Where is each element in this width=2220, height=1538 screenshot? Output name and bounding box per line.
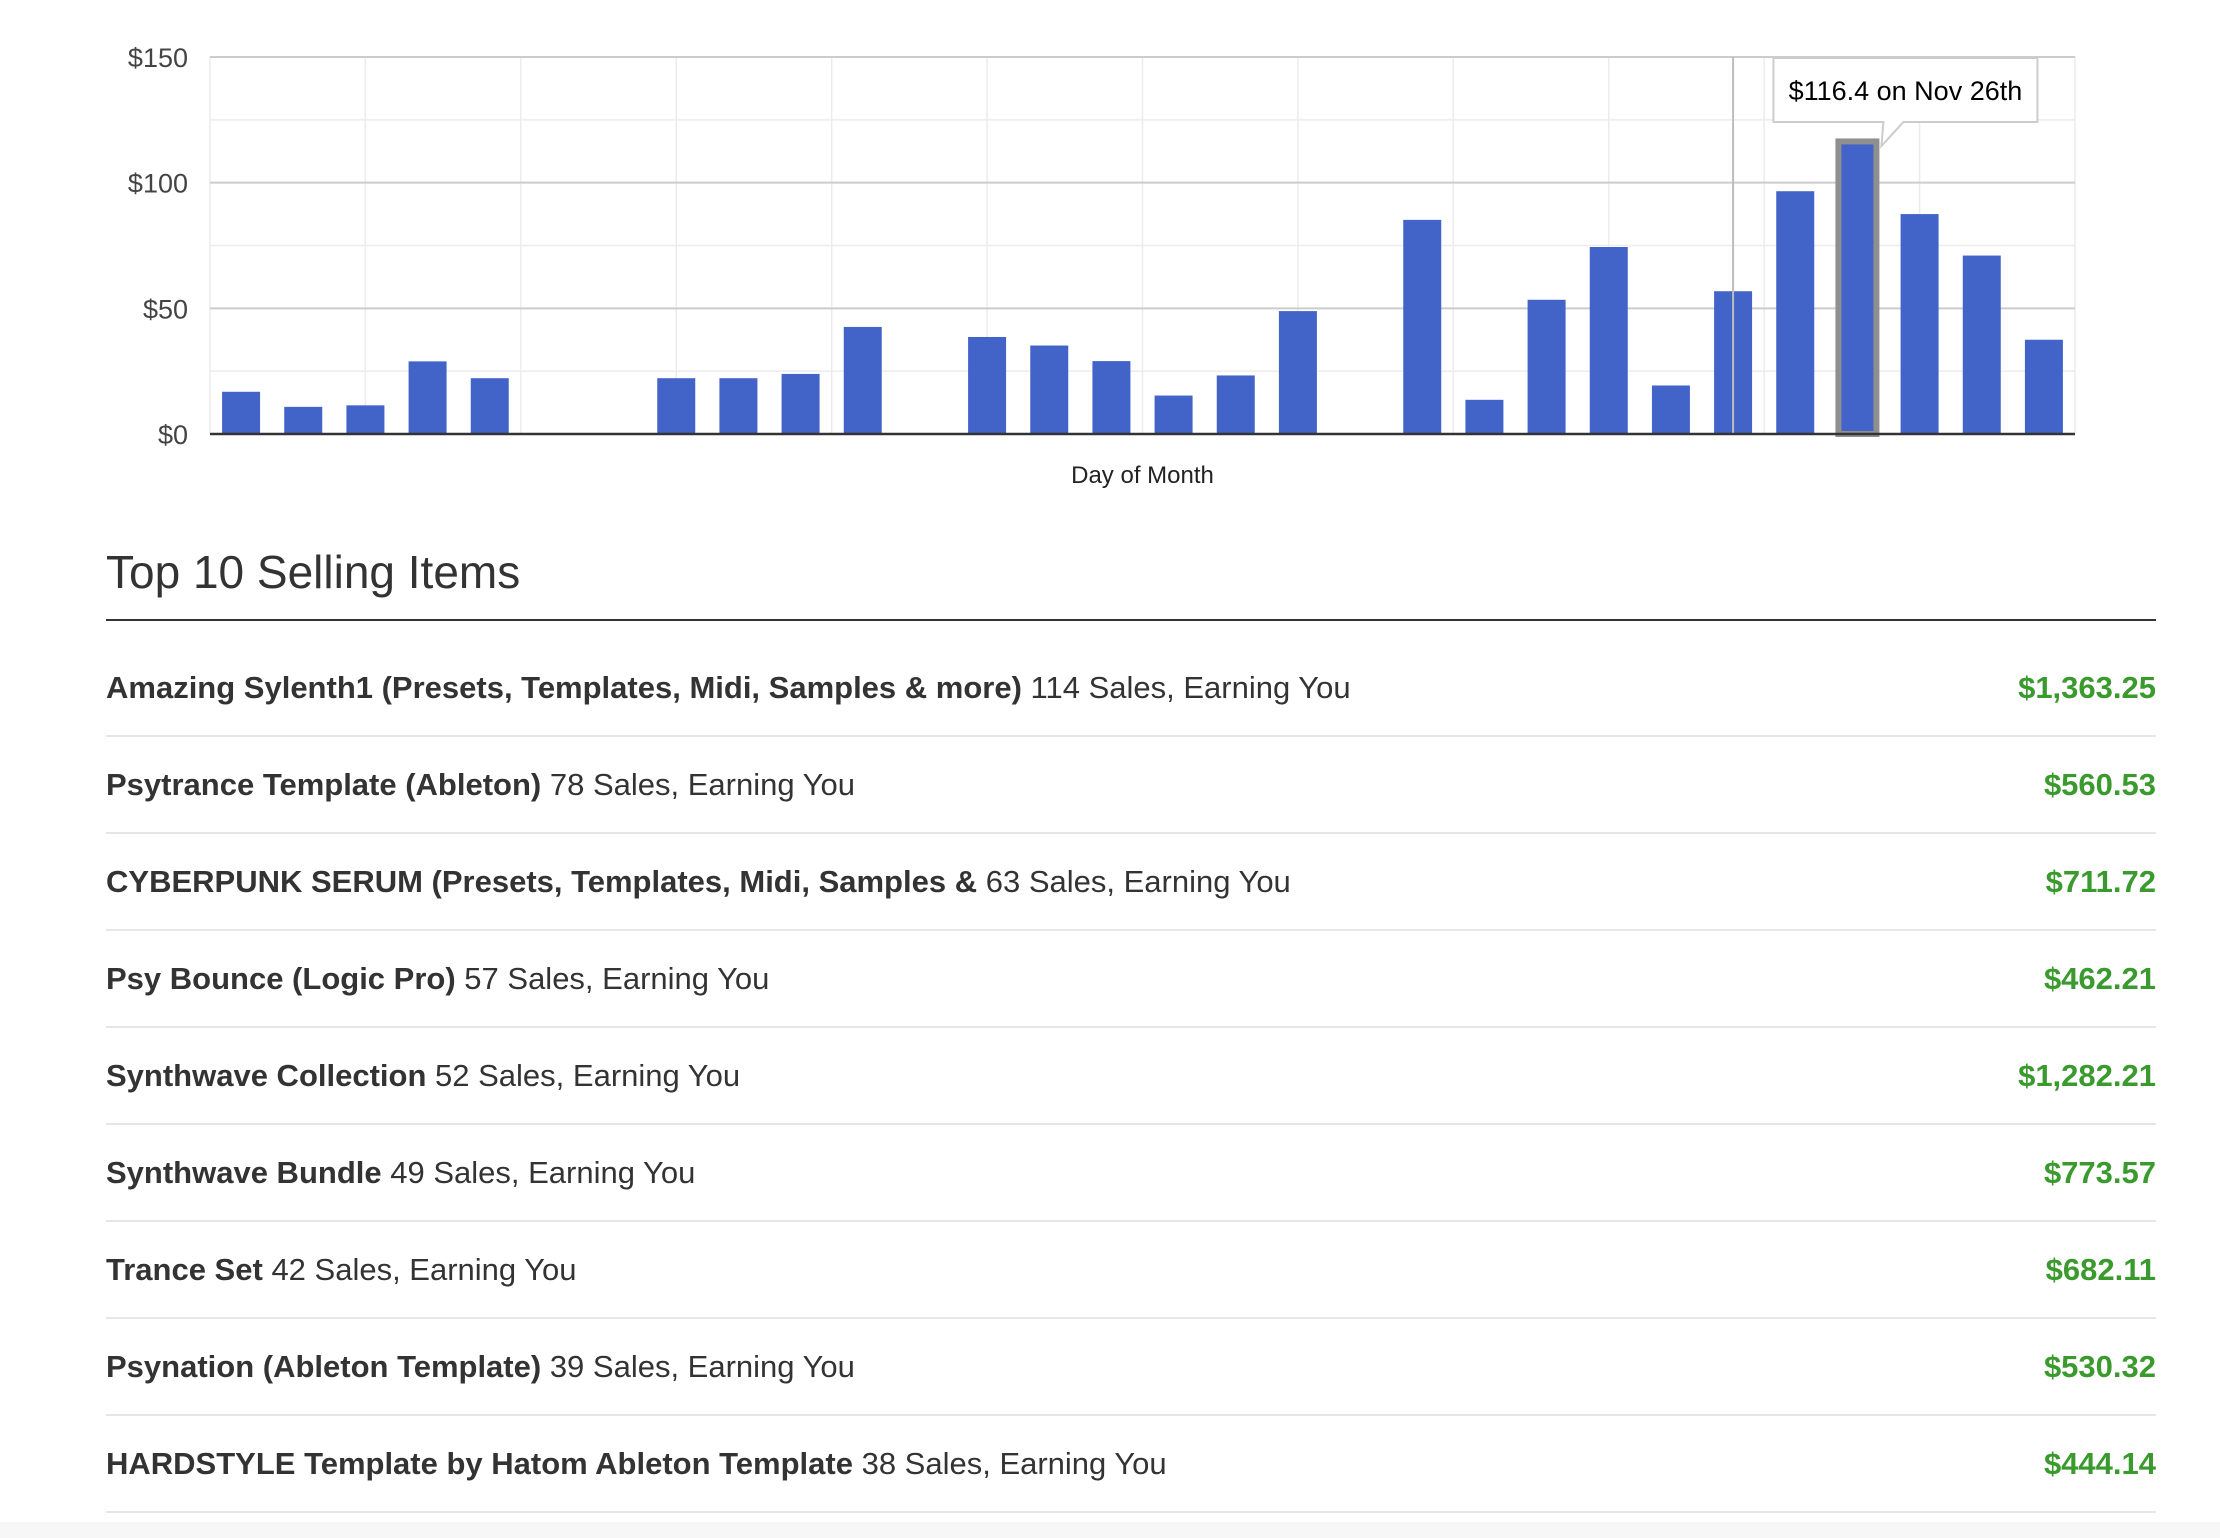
chart-bar: [1962, 255, 2001, 434]
item-name[interactable]: Psytrance Template (Ableton): [106, 767, 541, 802]
chart-bar: [284, 406, 323, 434]
list-item[interactable]: HARDSTYLE Template by Hatom Ableton Temp…: [106, 1416, 2156, 1513]
item-description: Psynation (Ableton Template) 39 Sales, E…: [106, 1349, 855, 1385]
item-earning: $1,282.21: [2018, 1057, 2156, 1093]
item-sales: 114 Sales, Earning You: [1030, 669, 1351, 705]
item-description: Synthwave Bundle 49 Sales, Earning You: [106, 1155, 695, 1191]
item-description: HARDSTYLE Template by Hatom Ableton Temp…: [106, 1446, 1167, 1482]
chart-bar: [1835, 138, 1880, 437]
chart-bar: [1465, 399, 1504, 434]
chart-bar: [1589, 247, 1628, 434]
item-description: Synthwave Collection 52 Sales, Earning Y…: [106, 1058, 740, 1094]
chart-bar: [1030, 345, 1069, 434]
y-tick-label: $0: [158, 420, 188, 450]
list-item[interactable]: CYBERPUNK SERUM (Presets, Templates, Mid…: [106, 834, 2156, 931]
item-name[interactable]: CYBERPUNK SERUM (Presets, Templates, Mid…: [106, 864, 977, 899]
item-earning: $711.72: [2045, 863, 2156, 899]
item-sales: 39 Sales, Earning You: [549, 1348, 855, 1384]
section-title: Top 10 Selling Items: [106, 546, 521, 598]
item-sales: 49 Sales, Earning You: [390, 1154, 696, 1190]
item-description: Psy Bounce (Logic Pro) 57 Sales, Earning…: [106, 961, 769, 997]
item-name[interactable]: Trance Set: [106, 1252, 263, 1287]
chart-bar: [1403, 219, 1442, 434]
item-earning: $530.32: [2043, 1348, 2156, 1384]
chart-svg: $0 $50 $100 $150 Day of Month $116.4 on Nov 2…: [128, 43, 2076, 489]
item-name[interactable]: Psynation (Ableton Template): [106, 1349, 541, 1384]
item-sales: 63 Sales, Earning You: [985, 863, 1291, 899]
item-sales: 57 Sales, Earning You: [464, 960, 770, 996]
item-earning: $1,363.25: [2018, 669, 2156, 705]
chart-bar: [470, 378, 509, 434]
item-sales: 42 Sales, Earning You: [271, 1251, 577, 1287]
item-earning: $462.21: [2043, 960, 2156, 996]
y-tick-label: $150: [128, 43, 188, 73]
list-item[interactable]: Psynation (Ableton Template) 39 Sales, E…: [106, 1319, 2156, 1416]
chart-bar: [719, 378, 758, 434]
x-axis-label: Day of Month: [1071, 462, 1214, 489]
chart-bar: [346, 405, 385, 434]
item-name[interactable]: Amazing Sylenth1 (Presets, Templates, Mi…: [106, 670, 1022, 705]
chart-tooltip: $116.4 on Nov 26th: [1772, 57, 2039, 149]
list-item[interactable]: Psytrance Template (Ableton) 78 Sales, E…: [106, 737, 2156, 834]
item-name[interactable]: Synthwave Collection: [106, 1058, 426, 1093]
chart-bar: [781, 373, 820, 434]
chart-bar: [2024, 339, 2063, 434]
item-description: Psytrance Template (Ableton) 78 Sales, E…: [106, 767, 855, 803]
item-earning: $773.57: [2043, 1154, 2156, 1190]
list-item[interactable]: Amazing Sylenth1 (Presets, Templates, Mi…: [106, 640, 2156, 737]
y-tick-label: $100: [128, 169, 188, 199]
item-name[interactable]: Synthwave Bundle: [106, 1155, 382, 1190]
item-name[interactable]: HARDSTYLE Template by Hatom Ableton Temp…: [106, 1446, 853, 1481]
chart-bar: [408, 361, 447, 434]
chart-bar: [843, 326, 882, 434]
item-name[interactable]: Psy Bounce (Logic Pro): [106, 961, 456, 996]
chart-bar: [657, 378, 696, 434]
chart-bar: [222, 391, 261, 434]
item-earning: $444.14: [2043, 1445, 2156, 1481]
item-description: Amazing Sylenth1 (Presets, Templates, Mi…: [106, 670, 1351, 706]
list-item[interactable]: Synthwave Collection 52 Sales, Earning Y…: [106, 1028, 2156, 1125]
item-sales: 78 Sales, Earning You: [549, 766, 855, 802]
chart-bar: [1776, 191, 1815, 434]
chart-bar: [968, 336, 1007, 434]
chart-bar: [1900, 214, 1939, 434]
y-tick-label: $50: [143, 294, 188, 324]
list-item[interactable]: Trance Set 42 Sales, Earning You $682.11: [106, 1222, 2156, 1319]
item-description: Trance Set 42 Sales, Earning You: [106, 1252, 577, 1288]
top-items-list: Amazing Sylenth1 (Presets, Templates, Mi…: [106, 640, 2156, 1513]
list-item[interactable]: Psy Bounce (Logic Pro) 57 Sales, Earning…: [106, 931, 2156, 1028]
item-sales: 52 Sales, Earning You: [435, 1057, 741, 1093]
item-earning: $682.11: [2045, 1251, 2156, 1287]
item-description: CYBERPUNK SERUM (Presets, Templates, Mid…: [106, 864, 1291, 900]
chart-bar: [1216, 375, 1255, 434]
chart-bar: [1278, 311, 1317, 434]
item-sales: 38 Sales, Earning You: [861, 1445, 1167, 1481]
list-item[interactable]: Synthwave Bundle 49 Sales, Earning You $7…: [106, 1125, 2156, 1222]
chart-bar: [1651, 385, 1690, 434]
chart-bar: [1527, 299, 1566, 434]
chart-bar: [1154, 395, 1193, 434]
tooltip-text: $116.4 on Nov 26th: [1789, 76, 2023, 106]
chart-bar: [1092, 361, 1131, 434]
title-divider: [106, 619, 2156, 621]
footer-strip: [0, 1522, 2220, 1538]
sales-chart: $0 $50 $100 $150 Day of Month $116.4 on Nov 2…: [0, 0, 2220, 510]
item-earning: $560.53: [2043, 766, 2156, 802]
